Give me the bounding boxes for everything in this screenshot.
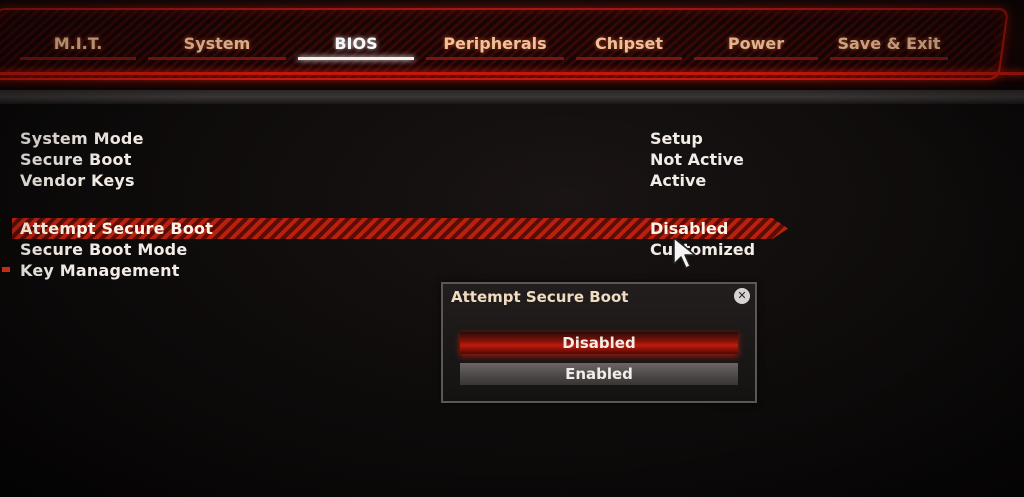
tab-peripherals-underline — [426, 57, 564, 60]
tab-power[interactable]: Power — [688, 30, 824, 66]
option-enabled[interactable]: Enabled — [460, 363, 738, 385]
tab-chipset-label: Chipset — [594, 34, 664, 53]
setting-label: Key Management — [20, 261, 180, 280]
option-disabled[interactable]: Disabled — [460, 332, 738, 354]
nav-glow-line — [0, 72, 1024, 75]
tab-bios-label: BIOS — [334, 34, 378, 53]
setting-label: System Mode — [20, 129, 144, 148]
setting-system-mode: System Mode Setup — [0, 128, 800, 149]
setting-value: Setup — [650, 129, 703, 148]
setting-secure-boot: Secure Boot Not Active — [0, 149, 800, 170]
tab-save-exit[interactable]: Save & Exit — [824, 30, 954, 66]
setting-vendor-keys: Vendor Keys Active — [0, 170, 800, 191]
tab-bar: M.I.T. System BIOS Peripherals Chipset P… — [14, 30, 954, 66]
tab-mit-underline — [20, 57, 136, 60]
tab-peripherals-label: Peripherals — [443, 34, 547, 53]
tab-bios-underline — [298, 57, 414, 60]
bios-screen: M.I.T. System BIOS Peripherals Chipset P… — [0, 0, 1024, 497]
tab-chipset-underline — [576, 57, 682, 60]
tab-system[interactable]: System — [142, 30, 292, 66]
attempt-secure-boot-dialog: Attempt Secure Boot ✕ Disabled Enabled — [441, 282, 757, 403]
close-icon[interactable]: ✕ — [734, 288, 750, 304]
tab-mit-label: M.I.T. — [53, 34, 103, 53]
setting-value: Not Active — [650, 150, 744, 169]
tab-bios[interactable]: BIOS — [292, 30, 420, 66]
tab-mit[interactable]: M.I.T. — [14, 30, 142, 66]
top-navigation-bar: M.I.T. System BIOS Peripherals Chipset P… — [0, 0, 1024, 92]
tab-system-underline — [148, 57, 286, 60]
setting-label: Attempt Secure Boot — [20, 219, 214, 238]
tab-save-exit-label: Save & Exit — [837, 34, 941, 53]
tab-peripherals[interactable]: Peripherals — [420, 30, 570, 66]
tab-power-label: Power — [727, 34, 785, 53]
dialog-title: Attempt Secure Boot — [451, 288, 629, 306]
dialog-options: Disabled Enabled — [460, 332, 738, 394]
setting-value: Active — [650, 171, 707, 190]
mouse-pointer-icon — [673, 237, 696, 269]
tab-save-exit-underline — [830, 57, 948, 60]
tab-system-label: System — [183, 34, 251, 53]
submenu-marker-icon — [2, 267, 10, 272]
tab-chipset[interactable]: Chipset — [570, 30, 688, 66]
setting-label: Secure Boot Mode — [20, 240, 188, 259]
setting-value: Customized — [650, 240, 756, 259]
setting-label: Vendor Keys — [20, 171, 135, 190]
setting-label: Secure Boot — [20, 150, 132, 169]
tab-power-underline — [694, 57, 818, 60]
header-divider — [0, 90, 1024, 104]
